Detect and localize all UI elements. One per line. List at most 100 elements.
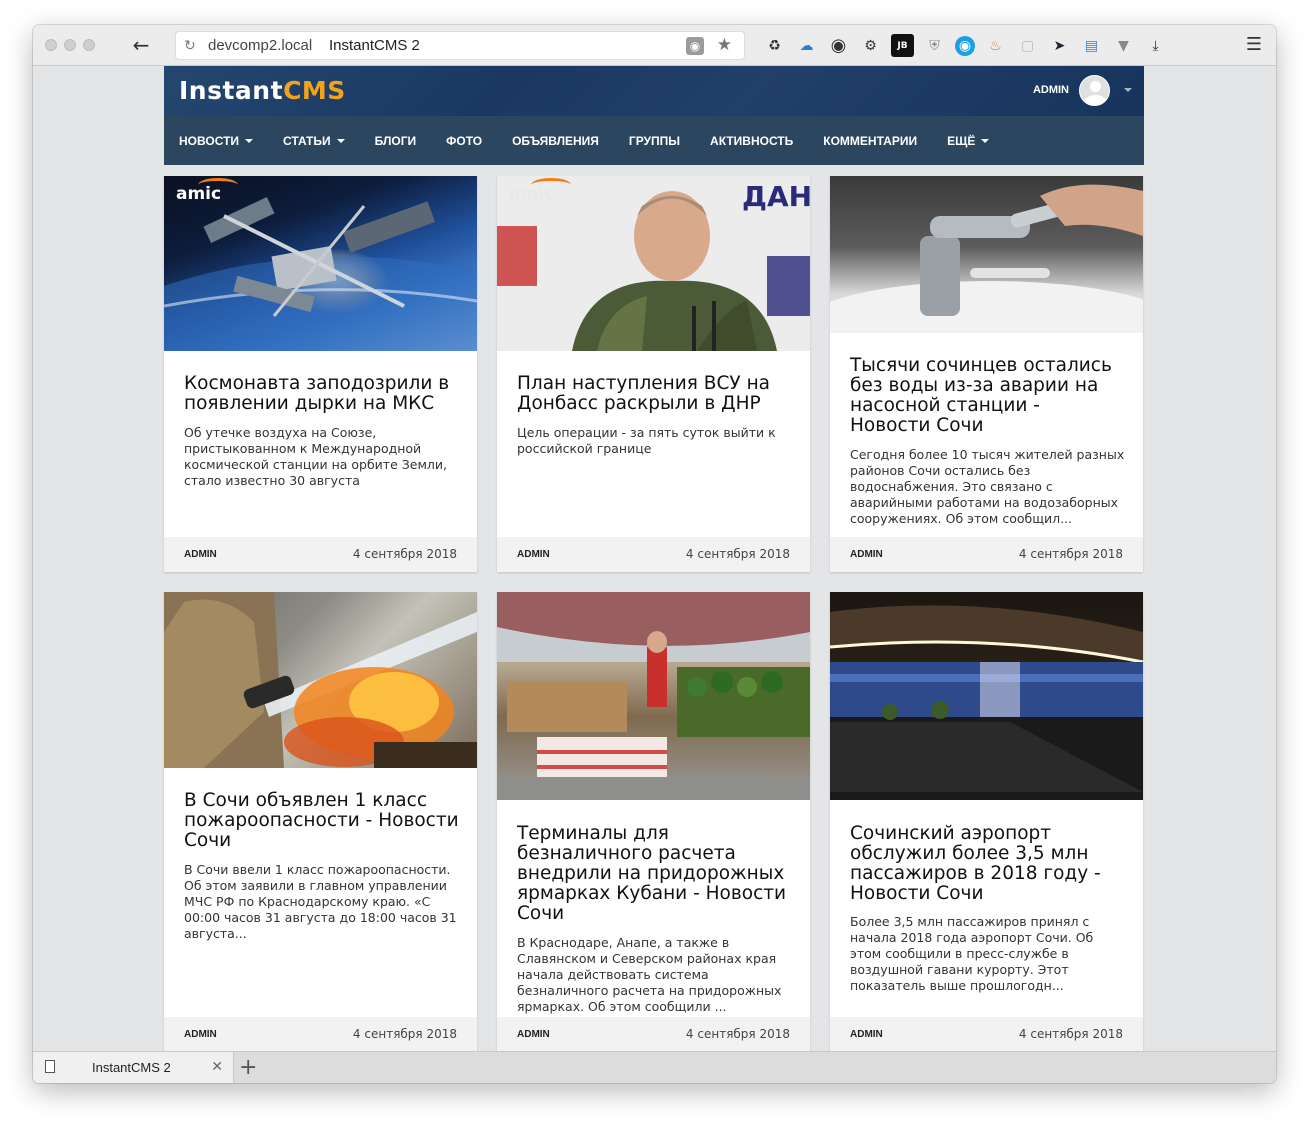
nav-label: ГРУППЫ — [628, 133, 681, 148]
reload-icon[interactable]: ↻ — [184, 37, 196, 54]
card-title[interactable]: В Сочи объявлен 1 класс пожароопасности … — [184, 791, 459, 851]
card-author[interactable]: ADMIN — [517, 1029, 550, 1040]
avatar-head — [1090, 81, 1101, 92]
card-description: В Краснодаре, Анапе, а также в Славянско… — [517, 935, 782, 1014]
card-date: 4 сентября 2018 — [1018, 547, 1123, 561]
water-tap-illustration — [830, 184, 1143, 371]
nav-item-photo[interactable]: ФОТО — [446, 134, 482, 148]
plus-icon[interactable]: + — [239, 1055, 257, 1080]
zoom-window-button[interactable] — [83, 39, 95, 51]
news-card[interactable]: Сочинский аэропорт обслужил более 3,5 мл… — [830, 592, 1143, 1051]
nav-item-activity[interactable]: АКТИВНОСТЬ — [710, 134, 793, 148]
card-footer: ADMIN 4 сентября 2018 — [497, 1017, 810, 1051]
airport-illustration — [830, 605, 1143, 800]
browser-tab[interactable]: InstantCMS 2 ✕ — [33, 1052, 234, 1083]
card-description: Более 3,5 млн пассажиров принял с начала… — [850, 914, 1094, 993]
news-card[interactable]: Терминалы для безналичного расчета внедр… — [497, 592, 810, 1051]
card-author[interactable]: ADMIN — [850, 549, 883, 560]
card-date: 4 сентября 2018 — [685, 1027, 790, 1041]
svg-text:ДАН: ДАН — [742, 180, 810, 213]
user-name[interactable]: ADMIN — [1033, 84, 1069, 96]
card-date: 4 сентября 2018 — [352, 1027, 457, 1041]
nav-item-blogs[interactable]: БЛОГИ — [375, 134, 417, 148]
card-footer: ADMIN 4 сентября 2018 — [164, 537, 477, 572]
vuejs-icon[interactable]: ▼ — [1112, 34, 1135, 57]
card-author[interactable]: ADMIN — [184, 1029, 217, 1040]
nav-item-news[interactable]: НОВОСТИ — [179, 134, 254, 148]
card-date: 4 сентября 2018 — [1018, 1027, 1123, 1041]
card-title[interactable]: Тысячи сочинцев остались без воды из-за … — [850, 356, 1125, 436]
card-footer: ADMIN 4 сентября 2018 — [830, 537, 1143, 572]
nav-item-more[interactable]: ЕЩЁ — [947, 133, 990, 148]
nav-label: БЛОГИ — [374, 133, 417, 148]
avatar[interactable] — [1079, 75, 1110, 106]
nav-label: АКТИВНОСТЬ — [710, 133, 794, 148]
browser-toolbar: ← ↻ devcomp2.local InstantCMS 2 ◉ ★ ♻ ☁ … — [33, 25, 1276, 66]
folder-icon[interactable]: ▤ — [1080, 34, 1103, 57]
card-image-market[interactable] — [497, 592, 810, 800]
recycle-icon[interactable]: ♻ — [763, 34, 786, 57]
card-footer: ADMIN 4 сентября 2018 — [164, 1017, 477, 1051]
card-title[interactable]: Терминалы для безналичного расчета внедр… — [517, 824, 792, 924]
chevron-down-icon — [981, 138, 990, 143]
nav-item-comments[interactable]: КОММЕНТАРИИ — [823, 134, 917, 148]
nav-label: ЕЩЁ — [947, 133, 976, 148]
hamburger-menu-icon[interactable]: ☰ — [1246, 34, 1262, 55]
globe-icon[interactable]: ◉ — [686, 37, 704, 55]
bolt-icon[interactable]: ➤ — [1048, 34, 1071, 57]
shield-icon[interactable]: ⛨ — [923, 34, 946, 57]
gear-icon[interactable]: ⚙ — [859, 34, 882, 57]
cloud-icon[interactable]: ☁ — [795, 34, 818, 57]
card-author[interactable]: ADMIN — [184, 549, 217, 560]
card-date: 4 сентября 2018 — [685, 547, 790, 561]
eye-icon[interactable]: ◉ — [827, 34, 850, 57]
close-window-button[interactable] — [45, 39, 57, 51]
nav-label: ОБЪЯВЛЕНИЯ — [512, 133, 599, 148]
tab-title: InstantCMS 2 — [92, 1060, 171, 1075]
close-icon[interactable]: ✕ — [211, 1058, 223, 1075]
card-title[interactable]: План наступления ВСУ на Донбасс раскрыли… — [517, 374, 792, 414]
bookmark-star-icon[interactable]: ★ — [717, 35, 732, 55]
nav-item-articles[interactable]: СТАТЬИ — [283, 134, 345, 148]
card-author[interactable]: ADMIN — [850, 1029, 883, 1040]
card-title[interactable]: Космонавта заподозрили в появлении дырки… — [184, 374, 459, 414]
jetbrains-icon[interactable]: JB — [891, 34, 914, 57]
chevron-down-icon[interactable] — [1124, 88, 1132, 92]
chevron-down-icon — [336, 138, 345, 143]
browser-tab-bar: InstantCMS 2 ✕ + — [33, 1051, 1276, 1083]
card-image-airport[interactable] — [830, 592, 1143, 800]
download-icon[interactable]: ⤓ — [1144, 34, 1167, 57]
nav-label: СТАТЬИ — [283, 133, 331, 148]
news-card[interactable]: Тысячи сочинцев остались без воды из-за … — [830, 176, 1143, 572]
url-page-title: InstantCMS 2 — [329, 37, 420, 54]
back-arrow-icon[interactable]: ← — [129, 33, 153, 57]
card-description: Об утечке воздуха на Союзе, пристыкованн… — [184, 425, 447, 488]
page-viewport: InstantCMS ADMIN НОВОСТИ СТАТЬИ БЛОГИ ФО… — [33, 66, 1276, 1051]
news-card[interactable]: В Сочи объявлен 1 класс пожароопасности … — [164, 592, 477, 1051]
address-bar[interactable]: ↻ devcomp2.local InstantCMS 2 ◉ ★ — [175, 31, 745, 60]
card-description: В Сочи ввели 1 класс пожароопасности. Об… — [184, 862, 457, 941]
document-icon — [45, 1060, 55, 1073]
nav-label: ФОТО — [446, 133, 483, 148]
news-card[interactable]: amic Космонавта заподозрили в появлении … — [164, 176, 477, 572]
fire-icon[interactable]: ♨ — [984, 34, 1007, 57]
nav-item-ads[interactable]: ОБЪЯВЛЕНИЯ — [512, 134, 599, 148]
main-nav: НОВОСТИ СТАТЬИ БЛОГИ ФОТО ОБЪЯВЛЕНИЯ ГРУ… — [164, 116, 1144, 165]
card-author[interactable]: ADMIN — [517, 549, 550, 560]
eye-circle-icon[interactable]: ◉ — [955, 35, 975, 56]
logo-text-instant: Instant — [179, 76, 284, 105]
card-image-water-tap[interactable] — [830, 176, 1143, 371]
nav-item-groups[interactable]: ГРУППЫ — [629, 134, 680, 148]
site-logo[interactable]: InstantCMS — [179, 76, 346, 105]
extension-icons: ♻ ☁ ◉ ⚙ JB ⛨ ◉ ♨ ▢ ➤ ▤ ▼ ⤓ — [763, 34, 1167, 57]
card-footer: ADMIN 4 сентября 2018 — [497, 537, 810, 572]
card-image-press-conference[interactable]: ДАН amic — [497, 176, 810, 351]
news-card[interactable]: ДАН amic План наступления ВСУ на Донбасс… — [497, 176, 810, 572]
card-image-space-station[interactable]: amic — [164, 176, 477, 351]
window-controls — [45, 39, 95, 51]
minimize-window-button[interactable] — [64, 39, 76, 51]
cube-icon[interactable]: ▢ — [1016, 34, 1039, 57]
card-image-firefighter[interactable] — [164, 592, 477, 768]
watermark-arc — [531, 178, 571, 192]
card-title[interactable]: Сочинский аэропорт обслужил более 3,5 мл… — [850, 824, 1125, 904]
